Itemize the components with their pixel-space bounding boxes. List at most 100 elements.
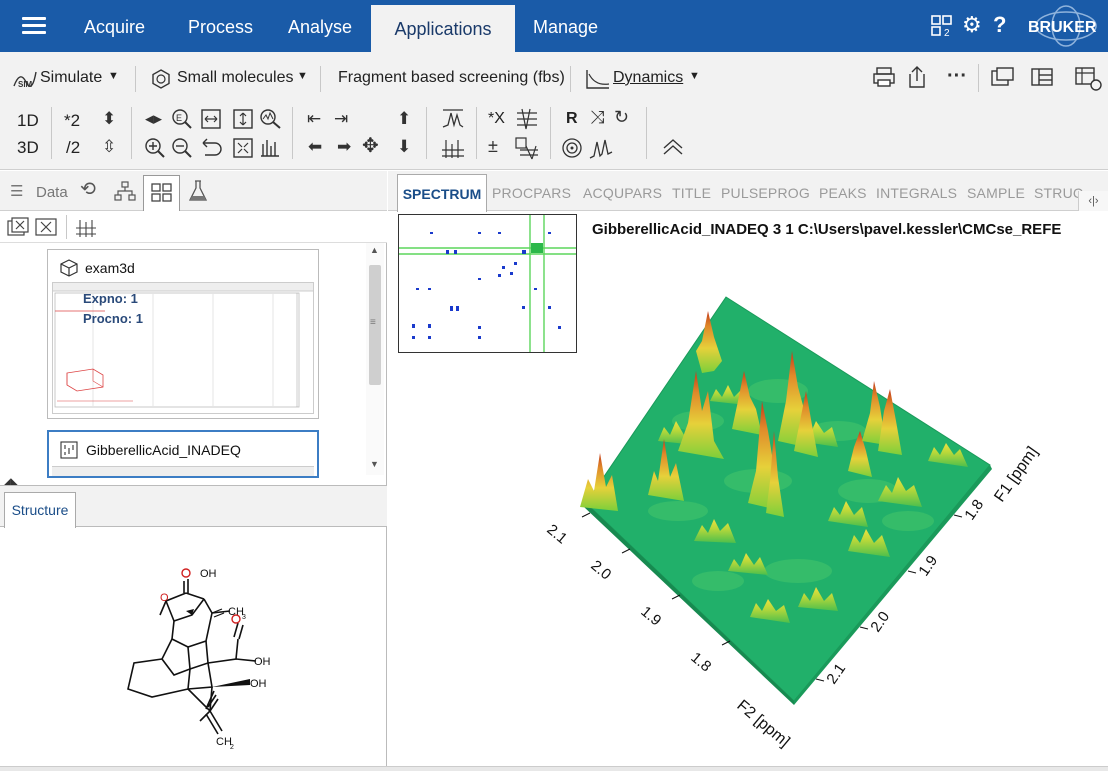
shift-right-icon[interactable]: ➡ [337,138,351,155]
first-icon[interactable]: ⇤ [307,110,321,127]
multiply-x-button[interactable]: *X [488,110,505,128]
expno-label: Expno: 1 [83,291,138,306]
tab-sample[interactable]: SAMPLE [967,185,1025,201]
table-settings-icon[interactable] [1074,66,1104,92]
scale-down-button[interactable]: /2 [66,138,80,158]
undo-zoom-icon[interactable] [197,137,223,159]
flask-icon[interactable] [188,179,208,203]
fit-vertical-icon[interactable] [232,108,254,130]
multi-spectra-icon[interactable] [514,107,540,131]
svg-text:2: 2 [230,744,234,751]
spectrum-overlay-icon[interactable] [440,107,466,131]
divider [66,215,67,239]
history-icon[interactable]: ⟲ [80,178,96,201]
more-options-icon[interactable]: ··· [947,66,967,86]
1d-view-button[interactable]: 1D [17,111,39,131]
rotate-y-icon[interactable]: ↻ [614,108,629,126]
spectrum-panel: ▶ SPECTRUM PROCPARS ACQUPARS TITLE PULSE… [388,171,1108,767]
surface-base [585,296,991,702]
svg-text:OH: OH [200,568,217,580]
menu-analyse[interactable]: Analyse [288,17,352,39]
zoom-out-icon[interactable] [170,136,194,160]
tab-procpars[interactable]: PROCPARS [492,185,571,201]
grid-view-icon [151,183,172,202]
scroll-up-icon[interactable]: ▲ [370,245,379,255]
plus-minus-icon[interactable]: ± [488,137,498,155]
dataset-thumbnail-exam3d[interactable]: exam3d Expno: 1 Procno: 1 [47,249,319,419]
zoom-in-icon[interactable] [143,136,167,160]
menu-applications[interactable]: Applications [371,5,515,52]
thumbnail-preview [52,466,314,476]
cube-icon [60,259,78,277]
shift-down-icon[interactable]: ⬇ [397,138,411,155]
collapse-ribbon-icon[interactable] [660,136,686,158]
fit-horizontal-icon[interactable] [200,108,222,130]
dataset-thumbnail-gibberellic[interactable]: GibberellicAcid_INADEQ [47,430,319,478]
settings-gear-icon[interactable]: ⚙ [962,12,982,38]
tab-structure[interactable]: Structure [4,492,76,528]
close-windows-icon[interactable] [6,216,30,238]
fit-all-icon[interactable] [232,137,254,159]
3d-spectrum-plot[interactable]: 2.1 2.0 1.9 1.8 F2 [ppm] 2.1 2.0 1.9 1.8… [498,281,1108,767]
layout-icon[interactable]: 2 [930,14,956,38]
save-display-icon[interactable] [514,136,540,160]
reset-button[interactable]: R [566,110,578,128]
grid-axis-icon[interactable] [440,136,466,160]
thumbnail-scrollbar[interactable]: ▲ ≡ ▼ [366,243,384,475]
stacked-plot-icon[interactable] [588,136,614,160]
menu-acquire[interactable]: Acquire [84,17,145,39]
tab-acqupars[interactable]: ACQUPARS [583,185,662,201]
chevron-down-icon: ▼ [108,70,119,82]
tab-structure-spectrum[interactable]: STRUC [1034,185,1083,201]
structure-tabbar: Structure [0,485,387,528]
scale-arrows-icon[interactable]: ⬍ [102,110,116,127]
tab-integrals[interactable]: INTEGRALS [876,185,957,201]
zoom-peak-icon[interactable] [258,107,284,131]
scale-up-button[interactable]: *2 [64,111,80,131]
3d-view-button[interactable]: 3D [17,138,39,158]
fbs-button[interactable]: Fragment based screening (fbs) [338,69,565,87]
divider [135,66,136,92]
f2-tick-label: 1.9 [637,603,664,629]
rotate-x-icon[interactable]: ⤨ [590,108,604,126]
tab-spectrum[interactable]: SPECTRUM [397,174,487,212]
help-icon[interactable]: ? [993,12,1006,38]
move-icon[interactable]: ✥ [362,136,379,156]
horizontal-expand-icon[interactable]: ◂▸ [145,110,162,127]
menu-manage[interactable]: Manage [533,17,598,39]
spectrum-tabs: SPECTRUM PROCPARS ACQUPARS TITLE PULSEPR… [388,171,1108,212]
spectrum-title: GibberellicAcid_INADEQ 3 1 C:\Users\pave… [592,221,1062,238]
contour-icon[interactable] [560,136,584,160]
window-icon[interactable] [990,66,1016,88]
svg-text:BRUKER: BRUKER [1028,19,1097,36]
zoom-e-icon[interactable]: E [170,107,194,131]
tab-pulseprog[interactable]: PULSEPROG [721,185,810,201]
f2-tick-label: 1.8 [687,649,714,675]
scrollbar-thumb[interactable]: ≡ [369,265,381,385]
divider [320,66,321,92]
projection-icon[interactable] [258,136,282,160]
print-icon[interactable] [872,66,896,88]
divider [51,107,52,159]
tab-scroll-icon[interactable]: ‹|› [1078,191,1108,211]
scale-limit-icon[interactable]: ⇳ [102,138,116,155]
panel-layout-icon[interactable] [1030,66,1054,88]
divider [646,107,647,159]
close-window-icon[interactable] [34,216,58,238]
shift-up-icon[interactable]: ⬆ [397,110,411,127]
export-icon[interactable] [906,64,928,90]
tab-peaks[interactable]: PEAKS [819,185,867,201]
scroll-down-icon[interactable]: ▼ [370,459,379,469]
small-molecules-label: Small molecules [177,69,294,86]
dataset-name: GibberellicAcid_INADEQ [86,442,241,458]
hierarchy-icon[interactable] [113,180,137,202]
last-icon[interactable]: ⇥ [334,110,348,127]
grid-axis-icon[interactable] [74,216,98,238]
tab-title[interactable]: TITLE [672,185,711,201]
tab-thumbnails[interactable] [143,175,180,211]
shift-left-icon[interactable]: ⬅ [308,138,322,155]
ribbon-toolbar: SIM Simulate ▼ Small molecules ▼ Fragmen… [0,52,1108,170]
divider [570,66,571,92]
menu-process[interactable]: Process [188,17,253,39]
hamburger-menu-icon[interactable] [22,17,46,35]
